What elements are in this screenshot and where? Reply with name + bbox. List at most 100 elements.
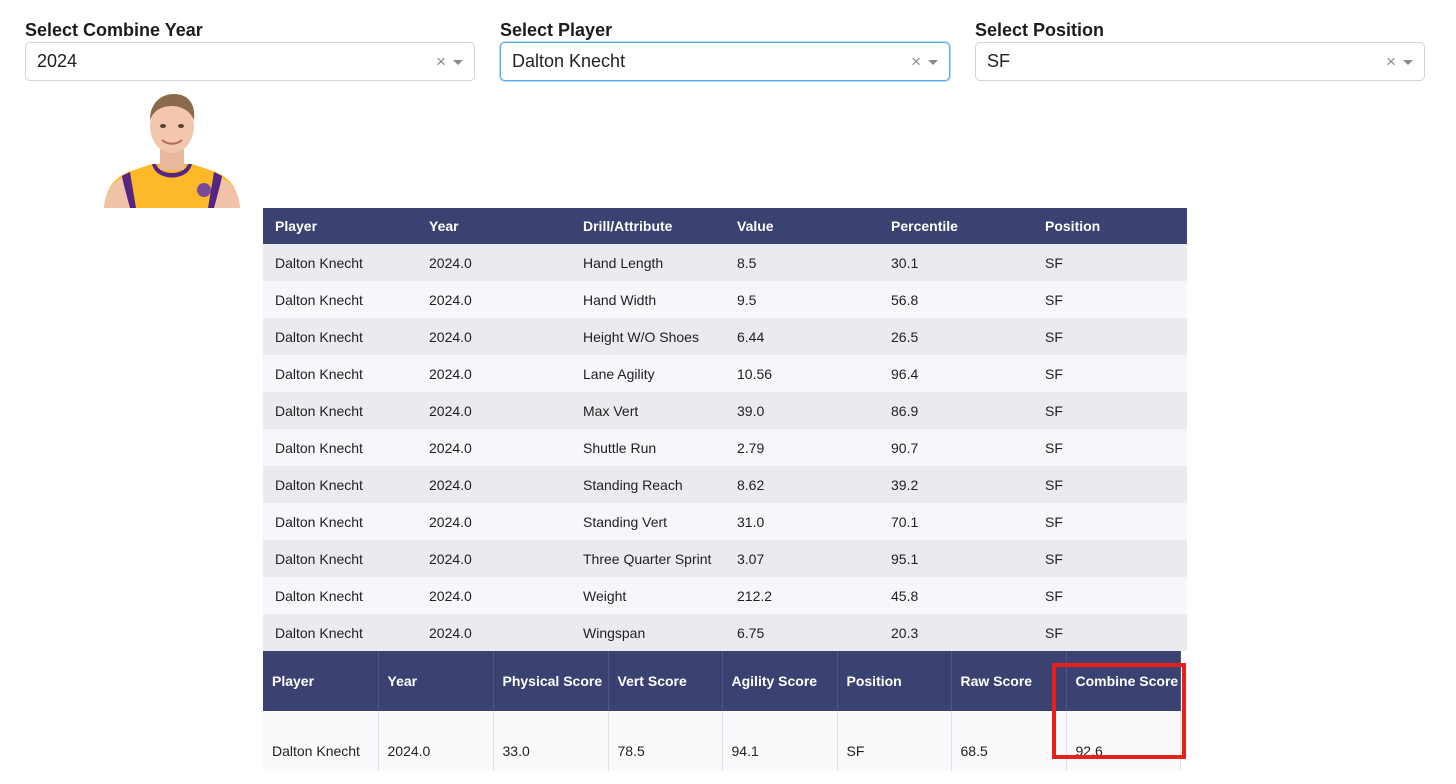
position-select[interactable]: SF × (975, 42, 1425, 81)
table-cell: Dalton Knecht (263, 318, 417, 355)
column-header[interactable]: Agility Score (722, 651, 838, 711)
table-cell: 45.8 (879, 577, 1033, 614)
position-label: Select Position (975, 20, 1105, 40)
player-select[interactable]: Dalton Knecht × (500, 42, 950, 81)
table-row: Dalton Knecht 2024.0 Standing Reach 8.62 39.… (263, 466, 1187, 503)
table-row: Dalton Knecht 2024.0 Max Vert 39.0 86.9 SF (263, 392, 1187, 429)
table-cell: Hand Width (571, 281, 725, 318)
table-cell: Dalton Knecht (263, 711, 379, 771)
table-cell: 33.0 (493, 711, 609, 771)
column-header[interactable]: Physical Score (493, 651, 609, 711)
column-header[interactable]: Position (1033, 208, 1187, 244)
column-header[interactable]: Combine Score (1066, 651, 1181, 711)
column-header[interactable]: Vert Score (608, 651, 723, 711)
position-filter: Select Position SF × (975, 18, 1425, 81)
table-cell: SF (1033, 540, 1187, 577)
table-cell: SF (1033, 614, 1187, 651)
table-cell: 6.75 (725, 614, 879, 651)
player-label: Select Player (500, 20, 613, 40)
table-row: Dalton Knecht 2024.0 Shuttle Run 2.79 90.7 SF (263, 429, 1187, 466)
table-cell: SF (1033, 281, 1187, 318)
table-cell: 8.5 (725, 244, 879, 281)
table-cell: Lane Agility (571, 355, 725, 392)
scores-table: Player Year Physical Score Vert Score Ag… (263, 651, 1181, 771)
table-cell: 10.56 (725, 355, 879, 392)
table-row: Dalton Knecht 2024.0 Standing Vert 31.0 70.1… (263, 503, 1187, 540)
table-cell: Weight (571, 577, 725, 614)
column-header[interactable]: Year (417, 208, 571, 244)
chevron-down-icon[interactable] (453, 60, 463, 65)
table-cell: Three Quarter Sprint (571, 540, 725, 577)
table-cell: 30.1 (879, 244, 1033, 281)
table-cell: Hand Length (571, 244, 725, 281)
column-header[interactable]: Value (725, 208, 879, 244)
table-cell: 2024.0 (417, 244, 571, 281)
player-photo (100, 90, 244, 208)
table-cell: Dalton Knecht (263, 244, 417, 281)
column-header[interactable]: Percentile (879, 208, 1033, 244)
table-cell: Height W/O Shoes (571, 318, 725, 355)
table-row: Dalton Knecht 2024.0 Wingspan 6.75 20.3 SF (263, 614, 1187, 651)
table-cell: 2.79 (725, 429, 879, 466)
table-cell: 212.2 (725, 577, 879, 614)
table-cell: 26.5 (879, 318, 1033, 355)
table-cell: Wingspan (571, 614, 725, 651)
table-cell: 31.0 (725, 503, 879, 540)
table-cell: Dalton Knecht (263, 392, 417, 429)
table-cell: 2024.0 (378, 711, 494, 771)
combine-year-filter: Select Combine Year 2024 × (25, 18, 475, 81)
table-cell: Dalton Knecht (263, 429, 417, 466)
table-cell: 90.7 (879, 429, 1033, 466)
table-row: Dalton Knecht 2024.0 Height W/O Shoes 6.44 2… (263, 318, 1187, 355)
clear-icon[interactable]: × (1386, 43, 1396, 80)
table-cell: Max Vert (571, 392, 725, 429)
table-cell: 20.3 (879, 614, 1033, 651)
table-cell: SF (1033, 429, 1187, 466)
table-cell: Dalton Knecht (263, 503, 417, 540)
table-cell: SF (837, 711, 952, 771)
table-cell: 2024.0 (417, 429, 571, 466)
table-cell: Dalton Knecht (263, 355, 417, 392)
column-header[interactable]: Raw Score (951, 651, 1067, 711)
table-cell: 70.1 (879, 503, 1033, 540)
table-cell: 2024.0 (417, 503, 571, 540)
table-cell: 2024.0 (417, 355, 571, 392)
column-header[interactable]: Position (837, 651, 952, 711)
table-cell: Dalton Knecht (263, 540, 417, 577)
table-cell: 2024.0 (417, 466, 571, 503)
table-cell: 39.2 (879, 466, 1033, 503)
column-header[interactable]: Year (378, 651, 494, 711)
table-cell: 2024.0 (417, 318, 571, 355)
table-cell: 86.9 (879, 392, 1033, 429)
drills-table: Player Year Drill/Attribute Value Percen… (263, 208, 1187, 651)
table-cell: Standing Vert (571, 503, 725, 540)
clear-icon[interactable]: × (911, 43, 921, 80)
table-cell: 56.8 (879, 281, 1033, 318)
column-header[interactable]: Drill/Attribute (571, 208, 725, 244)
table-cell: SF (1033, 577, 1187, 614)
table-cell: SF (1033, 466, 1187, 503)
table-cell: 2024.0 (417, 577, 571, 614)
table-cell: SF (1033, 244, 1187, 281)
table-cell: 2024.0 (417, 392, 571, 429)
table-cell: 6.44 (725, 318, 879, 355)
position-value: SF (987, 51, 1011, 71)
table-row: Dalton Knecht 2024.0 Three Quarter Sprint 3… (263, 540, 1187, 577)
clear-icon[interactable]: × (436, 43, 446, 80)
table-cell: 3.07 (725, 540, 879, 577)
table-cell: 96.4 (879, 355, 1033, 392)
player-filter: Select Player Dalton Knecht × (500, 18, 950, 81)
table-cell: 68.5 (951, 711, 1067, 771)
combine-year-select[interactable]: 2024 × (25, 42, 475, 81)
table-cell: SF (1033, 392, 1187, 429)
combine-score-cell: 92.6 (1066, 711, 1181, 771)
table-cell: Standing Reach (571, 466, 725, 503)
chevron-down-icon[interactable] (1403, 60, 1413, 65)
table-cell: 39.0 (725, 392, 879, 429)
table-cell: 9.5 (725, 281, 879, 318)
table-cell: SF (1033, 503, 1187, 540)
column-header[interactable]: Player (263, 208, 417, 244)
chevron-down-icon[interactable] (928, 60, 938, 65)
table-row: Dalton Knecht 2024.0 33.0 78.5 94.1 SF 6… (263, 711, 1181, 771)
column-header[interactable]: Player (263, 651, 379, 711)
